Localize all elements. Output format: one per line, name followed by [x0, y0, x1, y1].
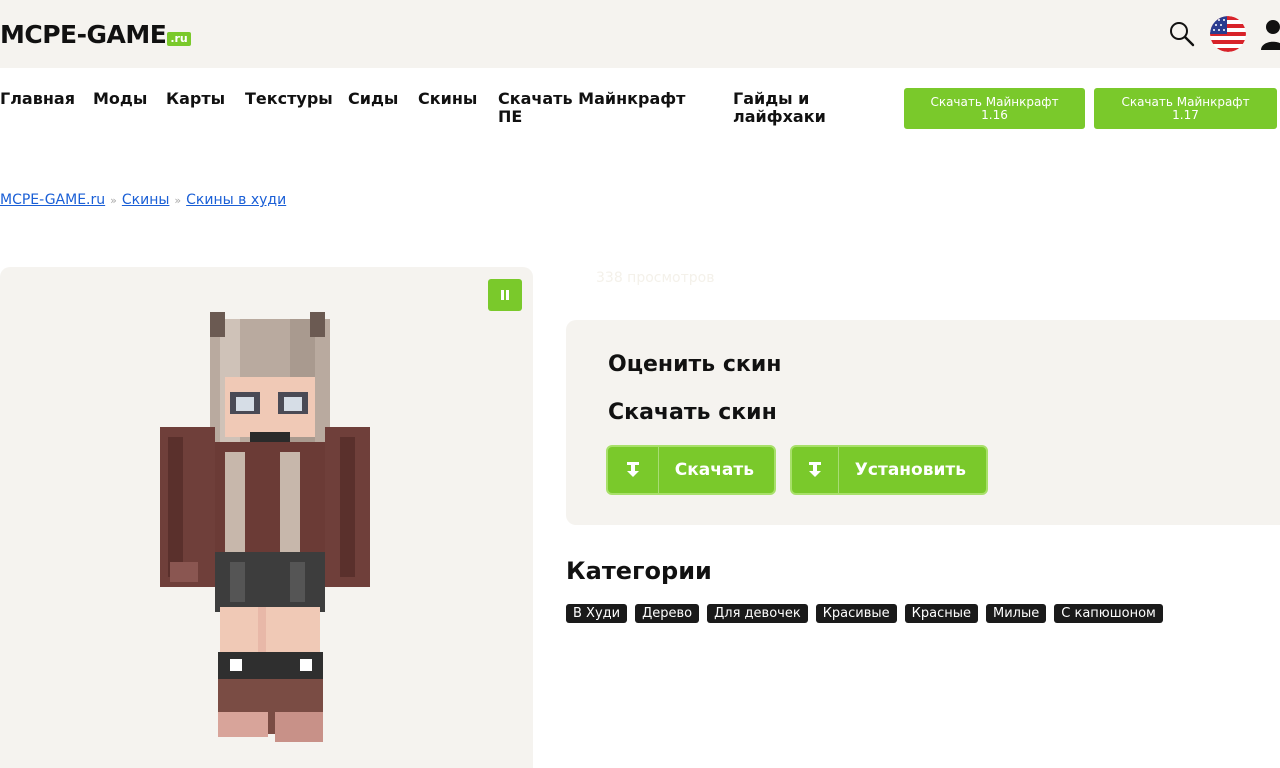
rate-skin-label: Оценить скин [608, 352, 782, 377]
nav-item-skins[interactable]: Скины [418, 90, 477, 108]
breadcrumb: MCPE-GAME.ru » Скины » Скины в худи [0, 190, 286, 210]
search-icon[interactable] [1168, 20, 1196, 48]
nav-item-home[interactable]: Главная [0, 90, 75, 108]
categories-title: Категории [566, 557, 712, 585]
nav-item-seeds[interactable]: Сиды [348, 90, 398, 108]
tag-red[interactable]: Красные [904, 604, 979, 623]
nav-item-mods[interactable]: Моды [93, 90, 147, 108]
download-minecraft-117-button[interactable]: Скачать Майнкрафт 1.17 [1094, 88, 1277, 129]
download-button[interactable]: Скачать [606, 445, 776, 495]
category-tags: В Худи Дерево Для девочек Красивые Красн… [566, 604, 1163, 623]
download-arrow-icon [608, 447, 659, 493]
us-flag-icon[interactable] [1210, 16, 1246, 52]
nav-item-textures[interactable]: Текстуры [245, 90, 333, 108]
download-button-label: Скачать [674, 460, 754, 480]
skin-preview-panel [0, 267, 533, 768]
download-116-line2: 1.16 [981, 107, 1008, 122]
rate-download-box: Оценить скин Скачать скин Скачать Устано… [566, 320, 1280, 525]
tag-with-hood[interactable]: С капюшоном [1054, 604, 1163, 623]
views-count: 338 просмотров [596, 270, 715, 286]
tag-wood[interactable]: Дерево [635, 604, 700, 623]
nav-item-maps[interactable]: Карты [166, 90, 225, 108]
tag-for-girls[interactable]: Для девочек [707, 604, 808, 623]
nav-item-download-mcpe[interactable]: Скачать Майнкрафт ПЕ [498, 90, 698, 126]
breadcrumb-home[interactable]: MCPE-GAME.ru [0, 192, 105, 208]
download-116-line1: Скачать Майнкрафт [930, 94, 1059, 109]
user-icon[interactable] [1260, 18, 1280, 50]
breadcrumb-skins[interactable]: Скины [122, 192, 170, 208]
tag-hoodie[interactable]: В Худи [566, 604, 628, 623]
pause-button[interactable] [488, 279, 522, 311]
breadcrumb-separator: » [110, 193, 117, 207]
nav-item-guides[interactable]: Гайды и лайфхаки [733, 90, 843, 126]
install-button-label: Установить [854, 460, 966, 480]
download-117-line1: Скачать Майнкрафт [1121, 94, 1250, 109]
top-bar: MCPE-GAME .ru [0, 0, 1280, 68]
site-logo[interactable]: MCPE-GAME .ru [0, 20, 191, 50]
download-117-line2: 1.17 [1172, 107, 1199, 122]
logo-tld: .ru [167, 32, 191, 46]
skin-preview-image [160, 312, 370, 742]
download-skin-label: Скачать скин [608, 400, 777, 425]
tag-beautiful[interactable]: Красивые [815, 604, 897, 623]
header-icons [1168, 15, 1280, 53]
breadcrumb-hoodie-skins[interactable]: Скины в худи [186, 192, 286, 208]
logo-text: MCPE-GAME [0, 20, 167, 49]
download-minecraft-116-button[interactable]: Скачать Майнкрафт 1.16 [904, 88, 1085, 129]
tag-cute[interactable]: Милые [986, 604, 1047, 623]
breadcrumb-separator: » [174, 193, 182, 207]
install-button[interactable]: Установить [790, 445, 988, 495]
install-arrow-icon [792, 447, 839, 493]
